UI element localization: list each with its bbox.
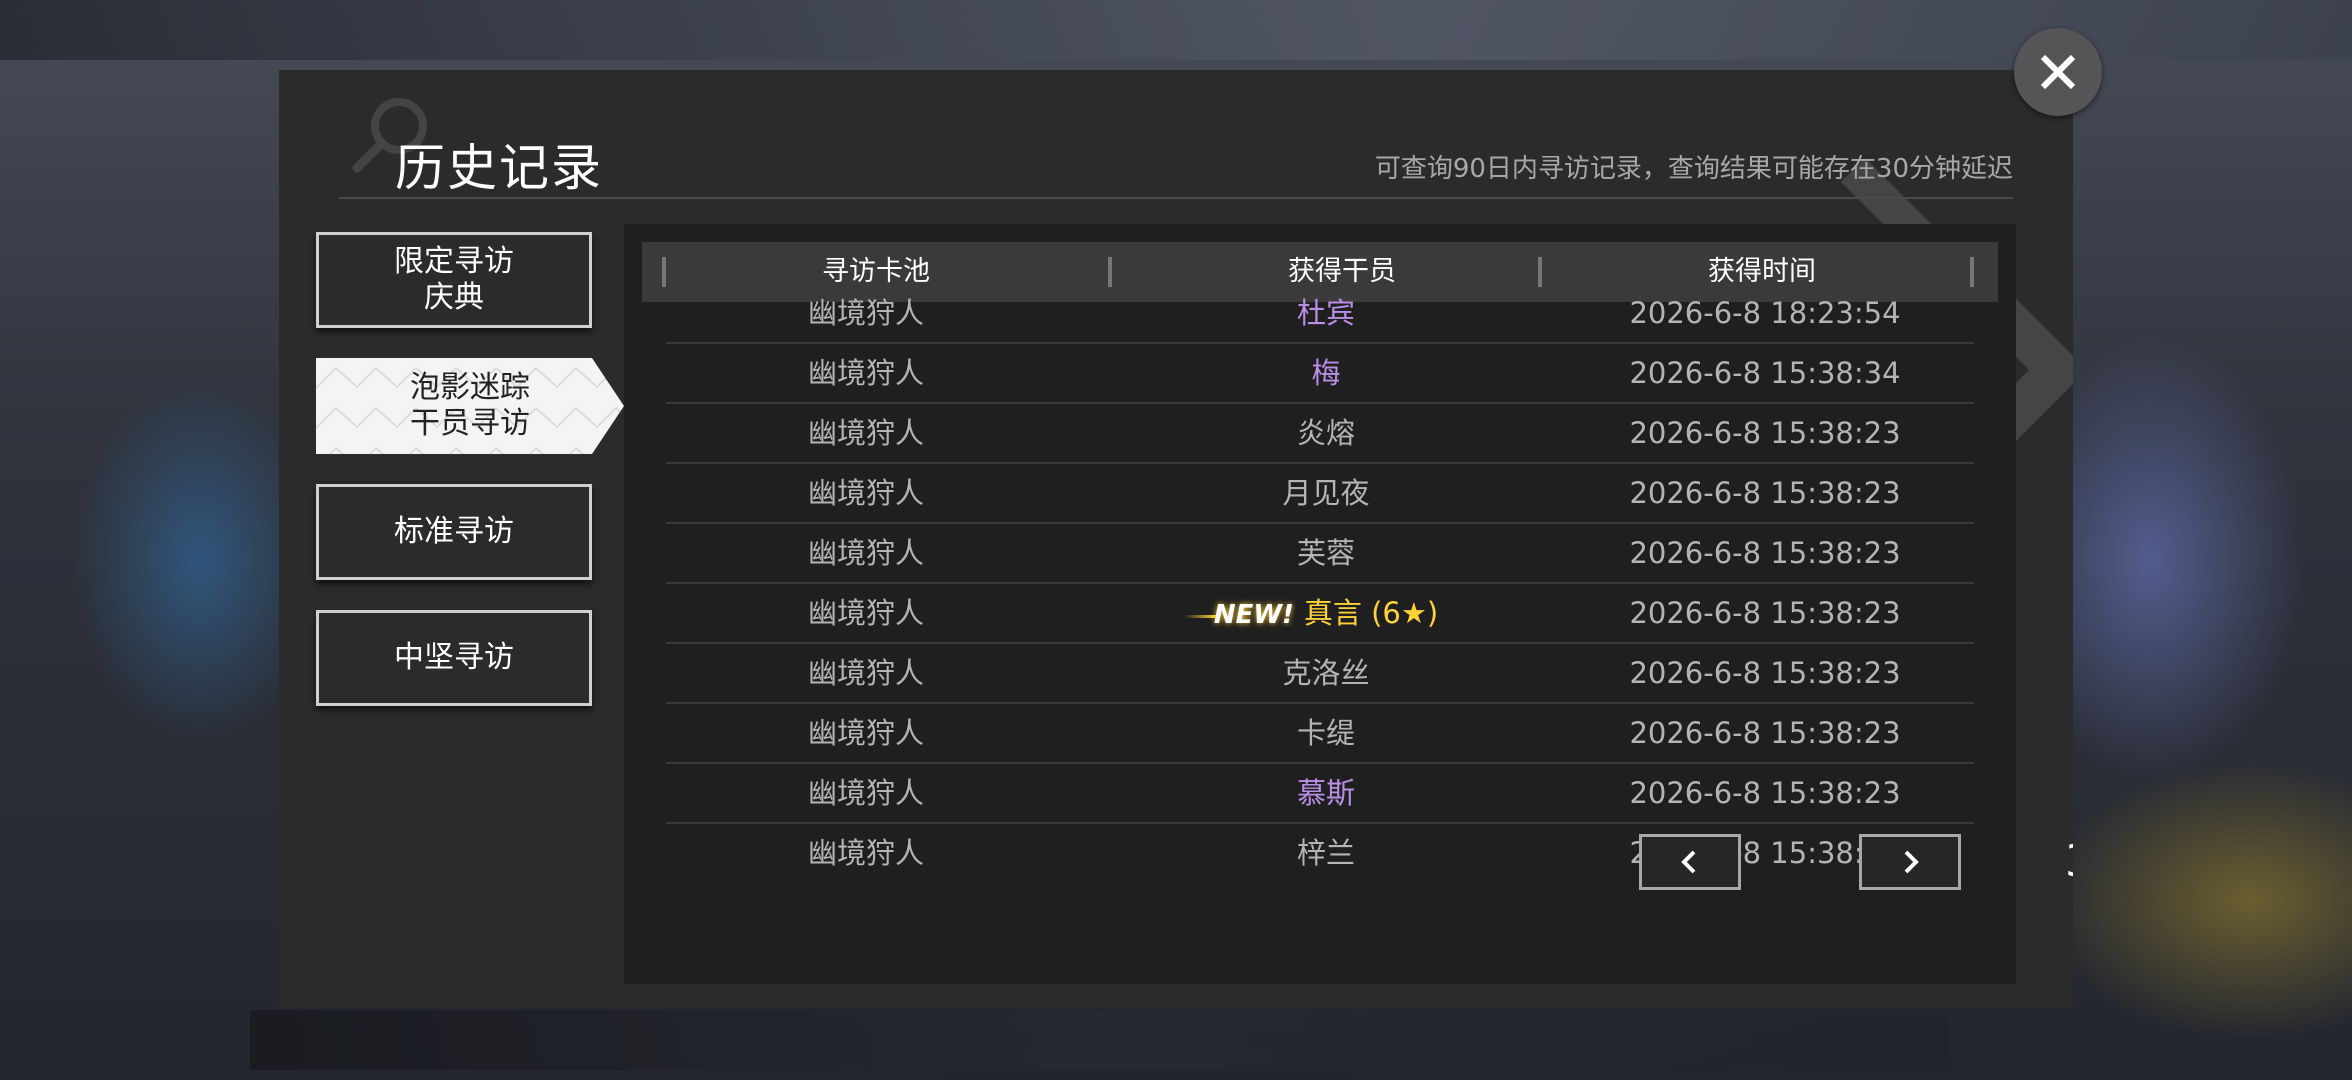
table-row: 幽境狩人 梓兰 2026-6-8 15:38:23	[666, 824, 1974, 884]
cell-operator: NEW! 真言 (6★)	[1096, 584, 1556, 642]
cell-time: 2026-6-8 15:38:23	[1629, 536, 1901, 570]
tab-label: 泡影迷踪 干员寻访	[410, 370, 530, 441]
cell-pool: 幽境狩人	[807, 296, 924, 330]
cell-operator: 慕斯	[1296, 776, 1355, 810]
table-row: 幽境狩人 克洛丝 2026-6-8 15:38:23	[666, 644, 1974, 704]
history-table-panel: 寻访卡池 获得干员 获得时间 幽境狩人 杜宾 2026-6-8 18:23:54 幽境…	[624, 224, 2016, 984]
cell-pool: 幽境狩人	[807, 416, 924, 450]
cell-pool: 幽境狩人	[807, 656, 924, 690]
close-button[interactable]	[2014, 28, 2102, 116]
cell-operator: 芙蓉	[1296, 536, 1355, 570]
cell-time: 2026-6-8 15:38:23	[1629, 476, 1901, 510]
query-notice: 可查询90日内寻访记录，查询结果可能存在30分钟延迟	[1374, 154, 2013, 184]
history-dialog: 历史记录 可查询90日内寻访记录，查询结果可能存在30分钟延迟 限定寻访 庆典 …	[279, 70, 2073, 1008]
cell-pool: 幽境狩人	[807, 836, 924, 870]
next-page-button[interactable]	[1859, 834, 1961, 890]
cell-pool: 幽境狩人	[807, 596, 924, 630]
cell-pool: 幽境狩人	[807, 776, 924, 810]
cell-time: 2026-6-8 15:38:34	[1629, 356, 1901, 390]
tab-label: 限定寻访 庆典	[394, 244, 514, 315]
tab-label: 标准寻访	[394, 514, 514, 549]
cell-operator: 梓兰	[1296, 836, 1355, 870]
table-row: 幽境狩人 慕斯 2026-6-8 15:38:23	[666, 764, 1974, 824]
header-separator	[1970, 257, 1974, 287]
cell-operator: 炎熔	[1296, 416, 1355, 450]
new-badge: NEW!	[1183, 586, 1294, 644]
cell-time: 2026-6-8 15:38:23	[1629, 776, 1901, 810]
tab-bubble-operator-search[interactable]: 泡影迷踪 干员寻访	[316, 358, 624, 454]
cell-pool: 幽境狩人	[807, 536, 924, 570]
tab-core-search[interactable]: 中坚寻访	[316, 610, 592, 706]
table-row: 幽境狩人 NEW! 真言 (6★) 2026-6-8 15:38:23	[666, 584, 1974, 644]
cell-operator: 卡缇	[1296, 716, 1355, 750]
tab-label: 中坚寻访	[394, 640, 514, 675]
cell-time: 2026-6-8 15:38:23	[1629, 416, 1901, 450]
operator-name: 真言 (6★)	[1303, 596, 1439, 630]
table-row: 幽境狩人 杜宾 2026-6-8 18:23:54	[666, 284, 1974, 344]
cell-operator: 杜宾	[1296, 296, 1355, 330]
cell-pool: 幽境狩人	[807, 716, 924, 750]
cell-time: 2026-6-8 15:38:23	[1629, 656, 1901, 690]
cell-operator: 克洛丝	[1282, 656, 1370, 690]
current-page-number: 3	[2019, 834, 2073, 890]
table-row: 幽境狩人 卡缇 2026-6-8 15:38:23	[666, 704, 1974, 764]
prev-page-button[interactable]	[1639, 834, 1741, 890]
table-row: 幽境狩人 梅 2026-6-8 15:38:34	[666, 344, 1974, 404]
close-icon	[2040, 54, 2076, 90]
cell-operator: 梅	[1311, 356, 1341, 390]
cell-operator: 月见夜	[1282, 476, 1370, 510]
page-title: 历史记录	[395, 139, 603, 197]
title-divider	[339, 197, 2013, 199]
table-row: 幽境狩人 月见夜 2026-6-8 15:38:23	[666, 464, 1974, 524]
tab-limited-celebration[interactable]: 限定寻访 庆典	[316, 232, 592, 328]
cell-time: 2026-6-8 18:23:54	[1629, 296, 1901, 330]
cell-pool: 幽境狩人	[807, 356, 924, 390]
chevron-left-icon	[1681, 850, 1696, 874]
cell-time: 2026-6-8 15:38:23	[1629, 716, 1901, 750]
tab-standard-search[interactable]: 标准寻访	[316, 484, 592, 580]
cell-time: 2026-6-8 15:38:23	[1629, 596, 1901, 630]
table-row: 幽境狩人 炎熔 2026-6-8 15:38:23	[666, 404, 1974, 464]
chevron-right-icon	[1904, 850, 1919, 874]
table-row: 幽境狩人 芙蓉 2026-6-8 15:38:23	[666, 524, 1974, 584]
cell-pool: 幽境狩人	[807, 476, 924, 510]
